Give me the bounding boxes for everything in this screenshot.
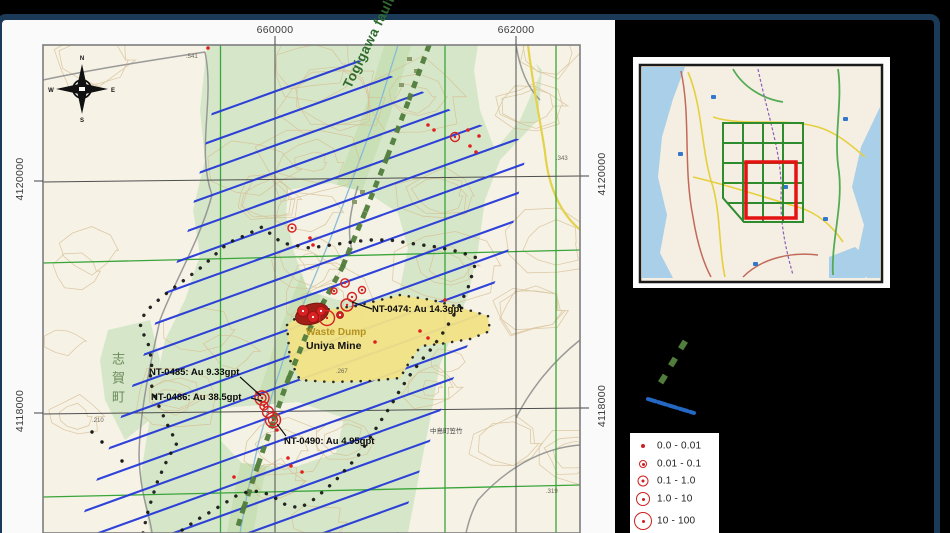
slide: N S W E 660000 662000 4120000 4118000 41200…: [0, 0, 950, 533]
label-elev-267: .267: [336, 369, 348, 375]
axis-label-northing-4120000-right: 4120000: [596, 139, 608, 209]
label-waste-dump: Waste Dump: [306, 327, 366, 338]
label-elev-210: .210: [92, 418, 104, 424]
label-nt-0485: NT-0485: Au 9.33gpt: [149, 367, 239, 378]
label-nt-0474: NT-0474: Au 14.3gpt: [372, 304, 462, 315]
svg-text:E: E: [111, 88, 115, 94]
sample-class-circle-icon: [638, 476, 649, 487]
label-uniya-mine: Uniya Mine: [306, 340, 361, 352]
sample-class-circle-icon: [641, 444, 645, 448]
axis-label-northing-4120000-left: 4120000: [14, 144, 26, 214]
map-scene: N S W E: [0, 0, 950, 533]
label-elev-343: .343: [556, 156, 568, 162]
sample-class-circle-icon: [636, 492, 650, 506]
axis-label-easting-662000: 662000: [481, 24, 551, 36]
label-nt-0490: NT-0490: Au 4.95gpt: [284, 436, 374, 447]
fault-legend-dash: [668, 357, 678, 368]
legend-class-label: 1.0 - 10: [657, 493, 693, 504]
svg-text:S: S: [80, 118, 84, 124]
svg-text:N: N: [80, 56, 84, 62]
legend: 0.0 - 0.01 0.01 - 0.1 0.1 - 1.0 1.0 - 10 10 …: [630, 433, 719, 533]
legend-class-label: 0.01 - 0.1: [657, 458, 701, 469]
legend-line-symbols: [648, 340, 694, 413]
sample-class-circle-icon: [639, 460, 647, 468]
sample-class-circle-icon: [634, 512, 652, 530]
legend-class-label: 0.1 - 1.0: [657, 475, 696, 486]
survey-line-legend-symbol: [648, 399, 694, 413]
main-map: N S W E: [43, 0, 625, 533]
fault-legend-dash: [658, 374, 668, 385]
fault-legend-dash: [678, 340, 688, 351]
inset-location-map: [633, 57, 890, 288]
label-shika-town: 志賀町: [108, 352, 127, 409]
label-nt-0486: NT-0486: Au 38.5gpt: [151, 392, 241, 403]
label-elev-541: .541: [186, 54, 198, 60]
label-elev-319: .319: [546, 489, 558, 495]
axis-label-northing-4118000-left: 4118000: [14, 376, 26, 446]
legend-class-label: 10 - 100: [657, 515, 695, 526]
svg-text:W: W: [48, 88, 54, 94]
label-nakajima: 中島町笠竹: [430, 425, 463, 435]
axis-label-northing-4118000-right: 4118000: [596, 371, 608, 441]
legend-class-label: 0.0 - 0.01: [657, 440, 701, 451]
axis-label-easting-660000: 660000: [240, 24, 310, 36]
